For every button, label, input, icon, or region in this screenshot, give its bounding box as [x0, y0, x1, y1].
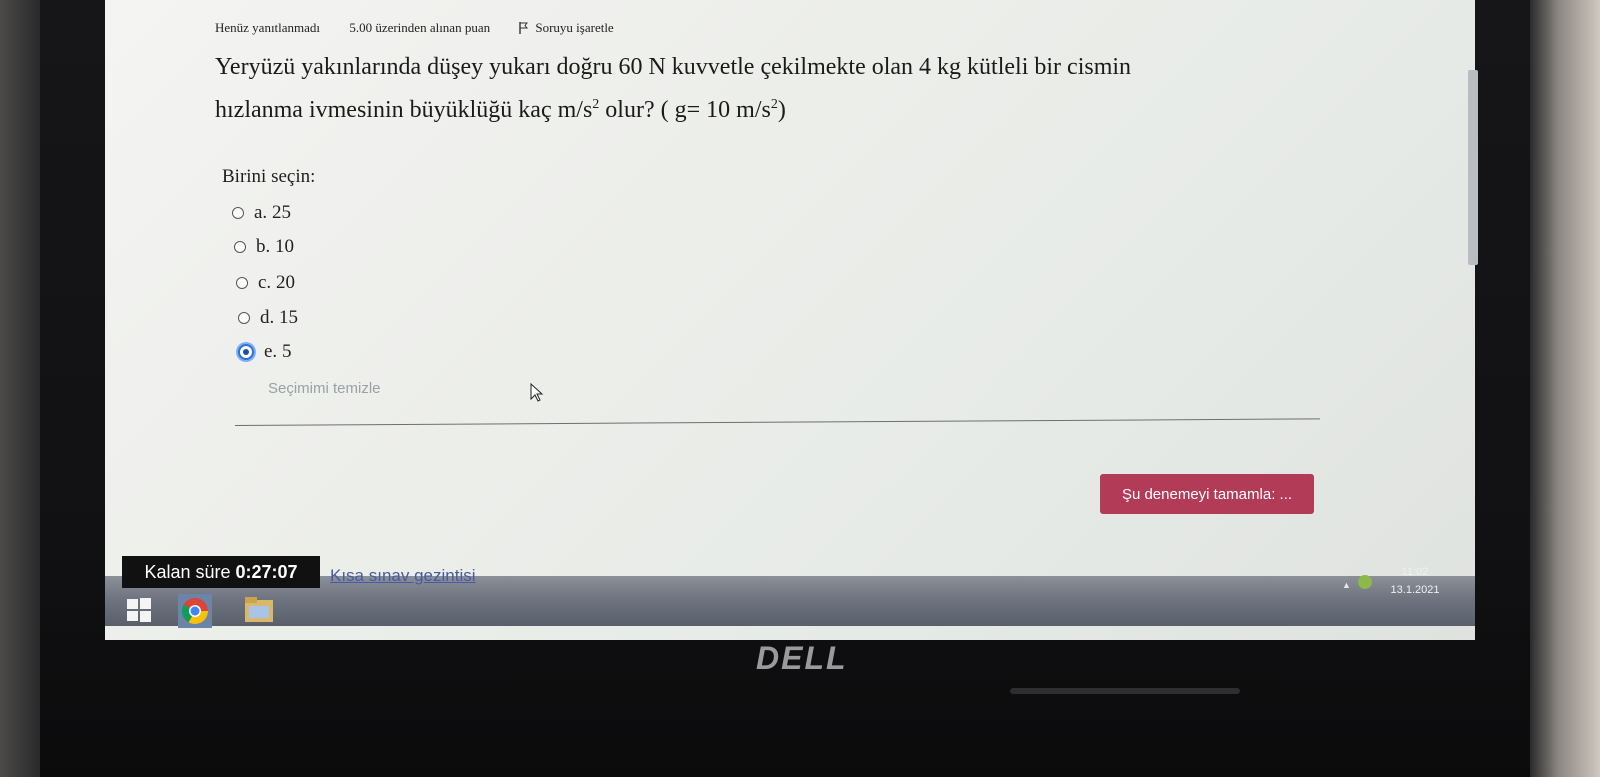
question-text: Yeryüzü yakınlarında düşey yukarı doğru … [215, 48, 1345, 129]
radio-button-selected[interactable] [238, 344, 254, 360]
finish-attempt-button[interactable]: Şu denemeyi tamamla: ... [1100, 474, 1314, 514]
scrollbar-thumb[interactable] [1468, 70, 1478, 265]
option-d[interactable]: d. 15 [238, 307, 298, 329]
radio-button[interactable] [232, 207, 244, 219]
taskbar-date[interactable]: 13.1.2021 [1380, 584, 1450, 596]
time-remaining: Kalan süre 0:27:07 [122, 556, 320, 588]
taskbar-time[interactable]: 11:02 [1395, 566, 1435, 578]
option-c[interactable]: c. 20 [236, 272, 295, 294]
question-points: 5.00 üzerinden alınan puan [349, 20, 491, 35]
radio-button[interactable] [238, 312, 250, 324]
file-explorer-icon[interactable] [243, 594, 275, 624]
radio-button[interactable] [234, 241, 246, 253]
radio-button[interactable] [236, 277, 248, 289]
laptop-hinge [1010, 688, 1240, 694]
question-line-2: hızlanma ivmesinin büyüklüğü kaç m/s2 ol… [215, 97, 786, 123]
option-e[interactable]: e. 5 [238, 341, 291, 363]
tray-expand-icon[interactable]: ▲ [1342, 580, 1351, 590]
background-left [0, 0, 40, 777]
chrome-icon[interactable] [178, 594, 212, 628]
clear-selection-link[interactable]: Seçimimi temizle [268, 380, 381, 397]
dell-logo: DELL [756, 640, 848, 676]
mouse-cursor-icon [530, 383, 544, 402]
windows-start-icon[interactable] [125, 596, 153, 624]
flag-question-link[interactable]: Soruyu işaretle [519, 20, 639, 35]
flag-question-label: Soruyu işaretle [535, 20, 614, 35]
network-icon[interactable] [1358, 575, 1372, 589]
question-info: Henüz yanıtlanmadı 5.00 üzerinden alınan… [215, 20, 666, 36]
background-right [1530, 0, 1600, 777]
option-a[interactable]: a. 25 [232, 202, 291, 224]
question-status: Henüz yanıtlanmadı [215, 20, 321, 35]
quiz-navigation-link[interactable]: Kısa sınav gezintisi [330, 566, 476, 586]
flag-icon [519, 22, 529, 34]
choose-one-label: Birini seçin: [222, 166, 316, 187]
option-b[interactable]: b. 10 [234, 236, 294, 258]
question-line-1: Yeryüzü yakınlarında düşey yukarı doğru … [215, 54, 1132, 80]
